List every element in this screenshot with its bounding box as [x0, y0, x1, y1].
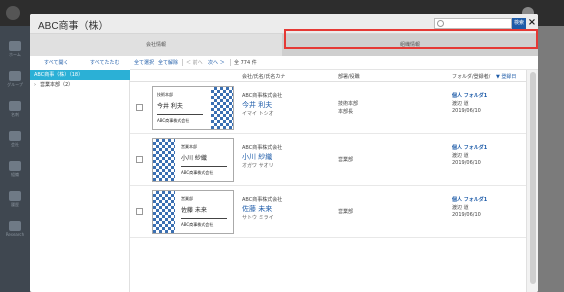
sidebar-item-history: 履歴	[3, 186, 27, 212]
row-date: 2019/06/10	[452, 212, 481, 218]
card-line	[181, 218, 227, 219]
row-name[interactable]: 今井 利夫	[242, 100, 272, 110]
tree-item-company[interactable]: ABC商事（株）（18）	[30, 70, 130, 80]
research-icon	[9, 221, 21, 231]
row-date: 2019/06/10	[452, 160, 481, 166]
row-registrant: 渡辺 道	[452, 153, 469, 159]
column-company-name: 会社/氏名/氏名カナ	[242, 74, 286, 80]
company-icon	[9, 131, 21, 141]
org-tree: ABC商事（株）（18） › 営業本部（2）	[30, 70, 130, 292]
highlight-frame	[284, 29, 538, 49]
sort-by-date[interactable]: ▼ 登録日	[496, 73, 516, 80]
row-department: 技術本部	[338, 101, 359, 107]
prev-page-button[interactable]: ＜ 前へ	[186, 59, 203, 66]
card-pattern	[153, 139, 175, 181]
row-company: ABC商事株式会社	[242, 93, 283, 99]
sidebar-item-cards: 名刺	[3, 96, 27, 122]
card-department: 営業本部	[181, 144, 197, 149]
card-company: ABC商事株式会社	[181, 170, 214, 175]
select-all-button[interactable]: 全て選択	[134, 59, 154, 66]
home-icon	[9, 41, 21, 51]
search-icon	[437, 20, 444, 27]
business-card-thumbnail[interactable]: 技術本部 今井 利夫 ABC商事株式会社	[152, 86, 234, 130]
sidebar-item-group: グループ	[3, 66, 27, 92]
business-card-thumbnail[interactable]: 営業部 佐藤 未来 ABC商事株式会社	[152, 190, 234, 234]
row-company: ABC商事株式会社	[242, 197, 283, 203]
row-folder[interactable]: 個人 フォルダ1	[452, 92, 487, 99]
toolbar-divider	[230, 59, 231, 66]
card-department: 営業部	[181, 196, 193, 201]
result-count: 全 774 件	[234, 60, 257, 66]
next-page-button[interactable]: 次へ ＞	[208, 59, 225, 66]
tree-item-sales-division[interactable]: › 営業本部（2）	[30, 80, 130, 90]
search-input[interactable]	[434, 18, 512, 29]
row-checkbox[interactable]	[136, 208, 143, 215]
sidebar-item-company: 会社	[3, 126, 27, 152]
row-registrant: 渡辺 道	[452, 205, 469, 211]
tree-item-label: 営業本部（2）	[40, 82, 74, 88]
row-checkbox[interactable]	[136, 156, 143, 163]
app-sidebar: ホーム グループ 名刺 会社 組織 履歴 Research	[0, 26, 30, 292]
card-pattern	[211, 87, 233, 129]
row-name[interactable]: 佐藤 未来	[242, 204, 272, 214]
card-department: 技術本部	[157, 92, 173, 97]
row-department: 営業部	[338, 157, 354, 163]
scrollbar-thumb[interactable]	[530, 72, 536, 284]
list-header: 会社/氏名/氏名カナ 部署/役職 フォルダ/登録者/ ▼ 登録日	[130, 70, 526, 82]
row-title: 本部長	[338, 109, 354, 115]
row-kana: オガワ サオリ	[242, 163, 274, 169]
toolbar-divider	[182, 59, 183, 66]
tab-company-info[interactable]: 会社情報	[30, 34, 282, 56]
row-folder[interactable]: 個人 フォルダ1	[452, 144, 487, 151]
row-folder[interactable]: 個人 フォルダ1	[452, 196, 487, 203]
row-kana: イマイ トシオ	[242, 111, 274, 117]
row-kana: サトウ ミライ	[242, 215, 274, 221]
card-line	[157, 114, 203, 115]
list-toolbar: 全て選択 全て解除 ＜ 前へ 次へ ＞ 全 774 件	[130, 56, 538, 70]
card-pattern	[153, 191, 175, 233]
expand-all-button[interactable]: すべて開く	[44, 59, 68, 66]
card-name: 今井 利夫	[157, 103, 183, 110]
card-company: ABC商事株式会社	[181, 222, 214, 227]
row-registrant: 渡辺 道	[452, 101, 469, 107]
row-name[interactable]: 小川 紗織	[242, 152, 272, 162]
card-name: 佐藤 未来	[181, 207, 207, 214]
row-date: 2019/06/10	[452, 108, 481, 114]
business-card-thumbnail[interactable]: 営業本部 小川 紗織 ABC商事株式会社	[152, 138, 234, 182]
tree-toolbar: すべて開く すべてたたむ	[30, 56, 130, 70]
deselect-all-button[interactable]: 全て解除	[158, 59, 178, 66]
collapse-all-button[interactable]: すべてたたむ	[90, 59, 119, 66]
card-company: ABC商事株式会社	[157, 118, 190, 123]
sidebar-item-research: Research	[3, 216, 27, 242]
row-company: ABC商事株式会社	[242, 145, 283, 151]
column-folder: フォルダ/登録者/	[452, 74, 491, 80]
table-row[interactable]: 営業本部 小川 紗織 ABC商事株式会社 ABC商事株式会社 小川 紗織 オガワ…	[130, 134, 526, 186]
history-icon	[9, 191, 21, 201]
table-row[interactable]: 営業部 佐藤 未来 ABC商事株式会社 ABC商事株式会社 佐藤 未来 サトウ …	[130, 186, 526, 238]
row-department: 営業部	[338, 209, 354, 215]
sidebar-item-home: ホーム	[3, 36, 27, 62]
org-icon	[9, 161, 21, 171]
company-detail-modal: ABC商事（株） 検索 × 会社情報 組織情報 すべて開く すべてたたむ 全て選…	[30, 14, 538, 292]
search-button[interactable]: 検索	[512, 18, 526, 29]
group-icon	[9, 71, 21, 81]
close-button[interactable]: ×	[527, 17, 537, 29]
column-department: 部署/役職	[338, 74, 360, 80]
card-icon	[9, 101, 21, 111]
table-row[interactable]: 技術本部 今井 利夫 ABC商事株式会社 ABC商事株式会社 今井 利夫 イマイ…	[130, 82, 526, 134]
row-checkbox[interactable]	[136, 104, 143, 111]
app-logo	[6, 6, 20, 20]
list-scrollbar[interactable]	[526, 70, 538, 292]
card-name: 小川 紗織	[181, 155, 207, 162]
modal-title: ABC商事（株）	[38, 21, 109, 32]
sidebar-item-org: 組織	[3, 156, 27, 182]
card-line	[181, 166, 227, 167]
